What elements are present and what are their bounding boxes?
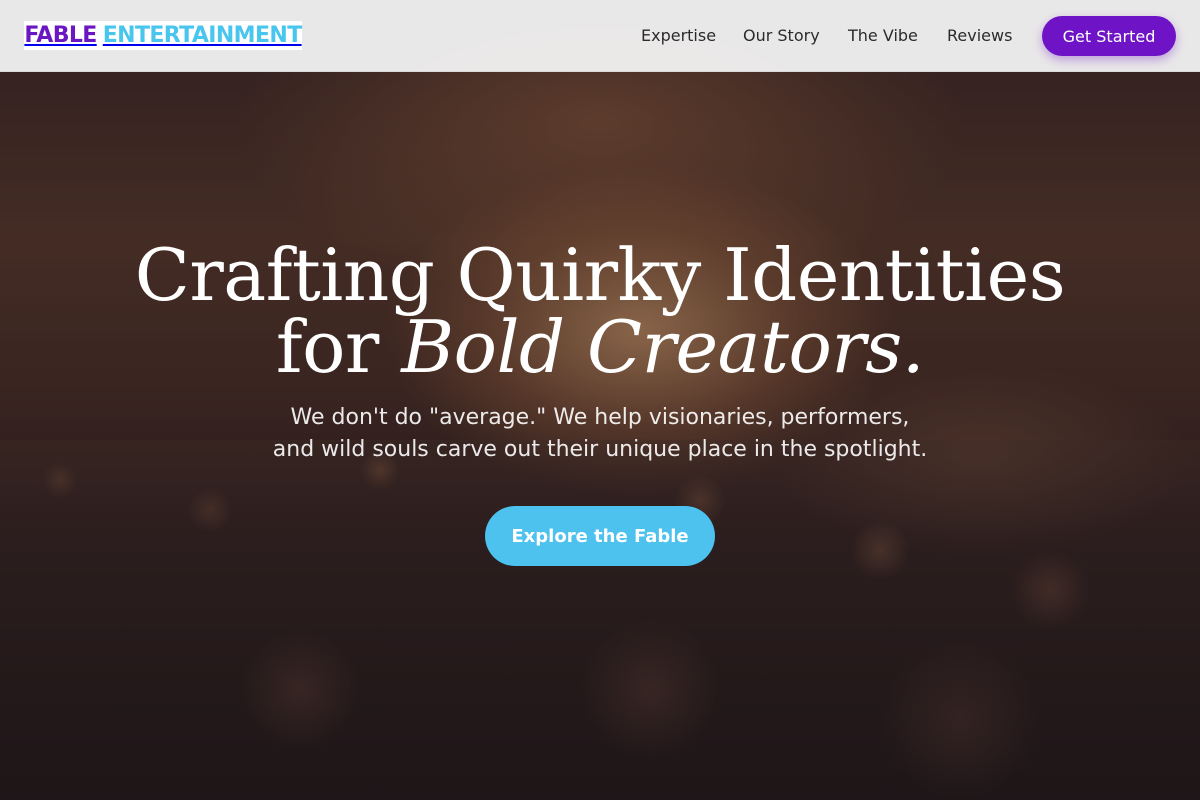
hero-subtext-line2: and wild souls carve out their unique pl… — [272, 437, 928, 462]
get-started-button[interactable]: Get Started — [1042, 16, 1176, 56]
nav-link-the-vibe[interactable]: The Vibe — [848, 26, 918, 45]
nav-links: Expertise Our Story The Vibe Reviews — [0, 26, 1200, 46]
hero-overlay — [0, 0, 1200, 800]
nav-link-reviews[interactable]: Reviews — [947, 26, 1012, 45]
navbar: FABLE ENTERTAINMENT Expertise Our Story … — [0, 0, 1200, 72]
hero-headline-line2: for Bold Creators. — [0, 304, 1200, 390]
hero-background — [0, 0, 1200, 800]
nav-link-expertise[interactable]: Expertise — [641, 26, 716, 45]
explore-the-fable-button[interactable]: Explore the Fable — [485, 506, 715, 566]
hero-headline-line2-plain: for — [275, 305, 379, 389]
hero-subtext: We don't do "average." We help visionari… — [200, 402, 1000, 466]
hero-subtext-line1: We don't do "average." We help visionari… — [290, 405, 910, 430]
nav-link-our-story[interactable]: Our Story — [743, 26, 820, 45]
hero-headline-line2-italic: Bold Creators. — [401, 305, 925, 389]
